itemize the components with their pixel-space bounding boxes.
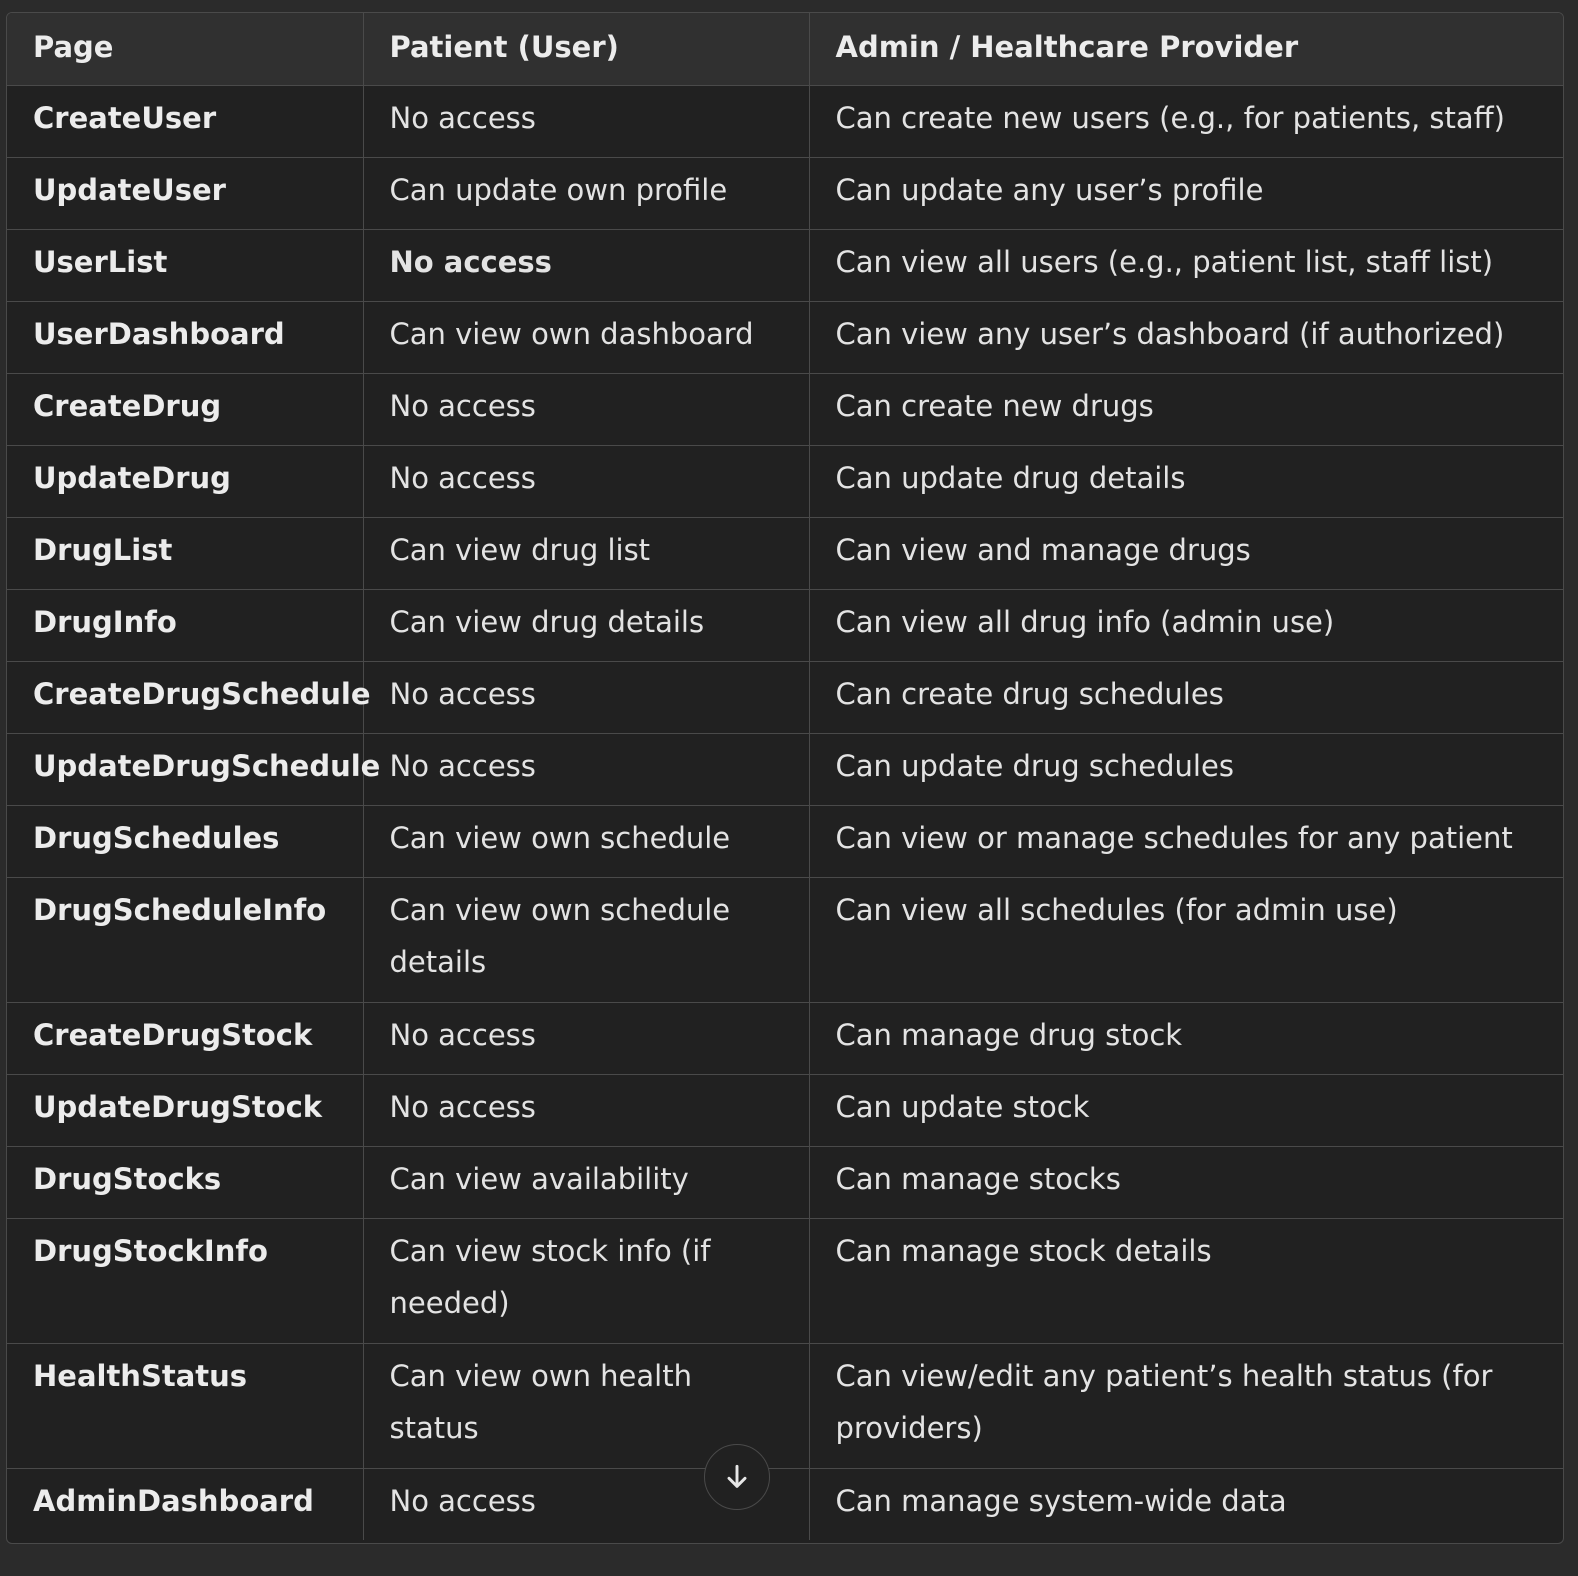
cell-page: DrugInfo xyxy=(7,589,364,662)
table-row: DrugStocks Can view availability Can man… xyxy=(7,1146,1563,1219)
cell-page: CreateDrug xyxy=(7,373,364,446)
table-row: CreateDrug No access Can create new drug… xyxy=(7,373,1563,446)
cell-page: HealthStatus xyxy=(7,1343,364,1469)
column-header-patient: Patient (User) xyxy=(363,13,810,86)
cell-page: DrugSchedules xyxy=(7,805,364,878)
cell-page: UpdateDrugStock xyxy=(7,1074,364,1147)
cell-page: UpdateDrug xyxy=(7,445,364,518)
cell-admin: Can view or manage schedules for any pat… xyxy=(809,805,1563,878)
cell-page: DrugList xyxy=(7,517,364,590)
permissions-table-container: Page Patient (User) Admin / Healthcare P… xyxy=(6,12,1564,1544)
table-row: DrugInfo Can view drug details Can view … xyxy=(7,589,1563,662)
cell-page: CreateDrugStock xyxy=(7,1002,364,1075)
cell-patient: No access xyxy=(363,445,810,518)
cell-admin: Can view any user’s dashboard (if author… xyxy=(809,301,1563,374)
permissions-table: Page Patient (User) Admin / Healthcare P… xyxy=(7,13,1563,1540)
cell-page: DrugStockInfo xyxy=(7,1218,364,1344)
cell-patient: Can view availability xyxy=(363,1146,810,1219)
cell-admin: Can create new drugs xyxy=(809,373,1563,446)
table-header-row: Page Patient (User) Admin / Healthcare P… xyxy=(7,13,1563,86)
cell-admin: Can manage system-wide data xyxy=(835,1483,1287,1518)
table-row: AdminDashboard No access Can manage syst… xyxy=(7,1468,1563,1540)
cell-patient: No access xyxy=(363,661,810,734)
cell-admin: Can view and manage drugs xyxy=(809,517,1563,590)
table-row: DrugList Can view drug list Can view and… xyxy=(7,517,1563,590)
cell-page: DrugStocks xyxy=(7,1146,364,1219)
cell-page: UserDashboard xyxy=(7,301,364,374)
table-row: UserList No access Can view all users (e… xyxy=(7,229,1563,302)
cell-admin: Can view/edit any patient’s health statu… xyxy=(809,1343,1563,1469)
cell-patient: No access xyxy=(363,1002,810,1075)
cell-admin: Can update stock xyxy=(809,1074,1563,1147)
table-row: CreateDrugSchedule No access Can create … xyxy=(7,661,1563,734)
cell-page: CreateUser xyxy=(7,85,364,158)
cell-patient: Can view own schedule xyxy=(363,805,810,878)
cell-admin: Can update any user’s profile xyxy=(809,157,1563,230)
table-row: DrugScheduleInfo Can view own schedule d… xyxy=(7,877,1563,1003)
cell-patient: Can update own profile xyxy=(363,157,810,230)
cell-page: CreateDrugSchedule xyxy=(7,661,371,734)
cell-page: DrugScheduleInfo xyxy=(7,877,364,1003)
cell-page: UpdateUser xyxy=(7,157,364,230)
cell-patient: No access xyxy=(363,85,810,158)
cell-admin: Can create new users (e.g., for patients… xyxy=(809,85,1563,158)
column-header-admin: Admin / Healthcare Provider xyxy=(809,13,1563,86)
cell-patient: No access xyxy=(363,373,810,446)
table-row: UpdateDrug No access Can update drug det… xyxy=(7,445,1563,518)
table-row: CreateDrugStock No access Can manage dru… xyxy=(7,1002,1563,1075)
table-row: UpdateDrugStock No access Can update sto… xyxy=(7,1074,1563,1147)
cell-page: AdminDashboard xyxy=(7,1468,364,1540)
cell-admin: Can manage stocks xyxy=(809,1146,1563,1219)
cell-admin: Can view all users (e.g., patient list, … xyxy=(809,229,1563,302)
arrow-down-icon xyxy=(727,1464,747,1488)
cell-patient: No access xyxy=(363,733,810,806)
column-header-page: Page xyxy=(7,13,364,86)
table-row: UserDashboard Can view own dashboard Can… xyxy=(7,301,1563,374)
cell-admin: Can manage stock details xyxy=(809,1218,1563,1344)
cell-page: UpdateDrugSchedule xyxy=(7,733,380,806)
scroll-to-bottom-button[interactable] xyxy=(704,1444,770,1510)
table-row: UpdateUser Can update own profile Can up… xyxy=(7,157,1563,230)
table-row: CreateUser No access Can create new user… xyxy=(7,85,1563,158)
table-row: HealthStatus Can view own health status … xyxy=(7,1343,1563,1469)
cell-admin: Can update drug details xyxy=(809,445,1563,518)
cell-patient: Can view drug details xyxy=(363,589,810,662)
table-row: DrugStockInfo Can view stock info (if ne… xyxy=(7,1218,1563,1344)
cell-admin: Can view all schedules (for admin use) xyxy=(809,877,1563,1003)
cell-patient: Can view stock info (if needed) xyxy=(363,1218,810,1344)
cell-patient: No access xyxy=(363,1074,810,1147)
cell-admin: Can view all drug info (admin use) xyxy=(809,589,1563,662)
cell-patient: Can view own dashboard xyxy=(363,301,810,374)
table-row: DrugSchedules Can view own schedule Can … xyxy=(7,805,1563,878)
cell-patient: Can view own schedule details xyxy=(363,877,810,1003)
cell-page: UserList xyxy=(7,229,364,302)
cell-patient: Can view drug list xyxy=(363,517,810,590)
cell-admin: Can update drug schedules xyxy=(809,733,1563,806)
table-row: UpdateDrugSchedule No access Can update … xyxy=(7,733,1563,806)
cell-admin: Can create drug schedules xyxy=(809,661,1563,734)
cell-admin: Can manage drug stock xyxy=(809,1002,1563,1075)
cell-patient: No access xyxy=(363,229,810,302)
